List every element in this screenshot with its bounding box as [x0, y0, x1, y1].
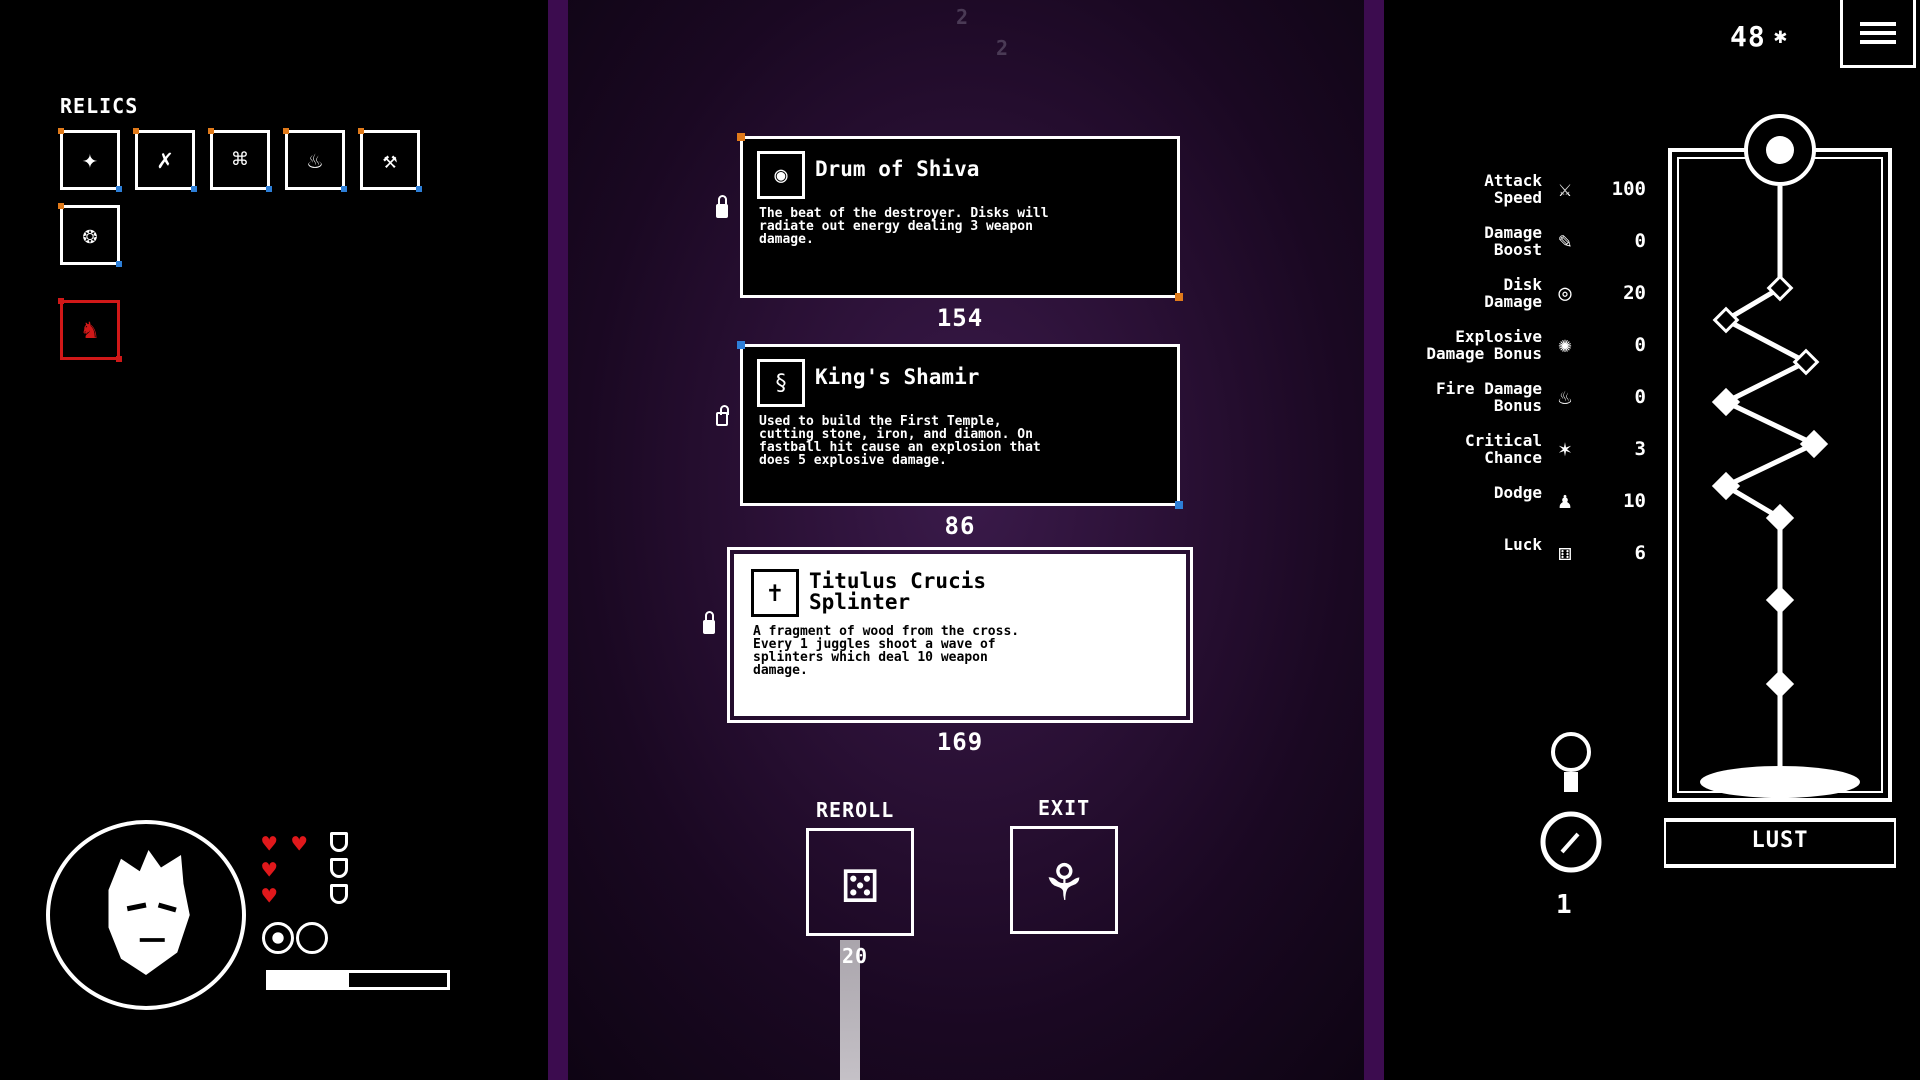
relic-slot[interactable]: ⌘ — [208, 128, 272, 192]
reroll-cost: 20 — [842, 944, 869, 968]
relic-slot[interactable]: ⚒ — [358, 128, 422, 192]
card-corner — [737, 341, 745, 349]
crab-icon: ❂ — [82, 221, 98, 249]
stat-value: 20 — [1623, 282, 1646, 304]
currency-counter: 48 ✱ — [1730, 20, 1788, 53]
shield-icon — [330, 884, 348, 904]
card-corner — [737, 133, 745, 141]
relics-title: RELICS — [60, 94, 139, 118]
stat-label: Disk Damage — [1484, 275, 1542, 311]
flame-icon: ♨ — [307, 146, 323, 174]
item-price: 169 — [936, 728, 984, 756]
hero-face-icon — [108, 850, 190, 975]
lock-icon[interactable] — [716, 195, 728, 218]
potion-icon — [1540, 730, 1602, 880]
health-hearts: ♥ ♥ ♥ ♥ — [262, 832, 332, 912]
item-price: 86 — [944, 512, 976, 540]
lock-icon[interactable] — [703, 611, 715, 634]
shell-icon: ✦ — [82, 145, 98, 175]
reroll-button[interactable]: ⚄ — [806, 828, 914, 936]
potion-count: 1 — [1556, 890, 1573, 920]
shop-item-card[interactable]: ◉ Drum of Shiva The beat of the destroye… — [737, 133, 1183, 301]
item-description: The beat of the destroyer. Disks will ra… — [759, 206, 1049, 247]
worm-icon: § — [757, 359, 805, 407]
relic-slot[interactable]: ❂ — [58, 203, 122, 267]
dice-icon: ⚅ — [1558, 540, 1572, 566]
stat-value: 0 — [1634, 334, 1646, 356]
dice-icon: ⚄ — [841, 847, 879, 917]
sin-name: LUST — [1751, 828, 1809, 853]
player-portrait — [46, 820, 246, 1010]
floating-number: 2 — [956, 5, 970, 29]
stat-label: Critical Chance — [1464, 431, 1542, 467]
stat-value: 3 — [1634, 438, 1646, 460]
heart-icon: ♥ — [262, 882, 277, 910]
stat-value: 0 — [1634, 230, 1646, 252]
stat-value: 100 — [1611, 178, 1646, 200]
stat-label: Luck — [1503, 535, 1542, 554]
xp-bar — [266, 970, 450, 990]
field-left-edge — [548, 0, 568, 1080]
relic-slot[interactable]: ♨ — [283, 128, 347, 192]
heart-icon: ♥ — [262, 830, 277, 858]
relic-slot[interactable]: ✗ — [133, 128, 197, 192]
soul-spark-icon: ✱ — [1773, 24, 1788, 49]
shield-icon — [330, 858, 348, 878]
orb-icon — [262, 922, 294, 954]
red-beast-icon: ♞ — [82, 315, 98, 345]
explosion-icon: ✺ — [1558, 332, 1572, 358]
relic-slot[interactable]: ✦ — [58, 128, 122, 192]
card-corner — [1175, 293, 1183, 301]
dodge-icon: ♟ — [1558, 488, 1572, 514]
fire-icon: ♨ — [1558, 384, 1572, 410]
xp-bar-fill — [269, 973, 350, 987]
shop-item-card[interactable]: § King's Shamir Used to build the First … — [737, 341, 1183, 509]
item-description: Used to build the First Temple, cutting … — [759, 414, 1041, 468]
sin-tower — [1664, 114, 1896, 868]
stat-value: 6 — [1634, 542, 1646, 564]
item-name: King's Shamir — [815, 365, 980, 389]
stat-label: Damage Boost — [1484, 223, 1542, 259]
stat-label: Attack Speed — [1484, 171, 1542, 207]
dagger-icon: ✗ — [157, 145, 173, 175]
disk-icon: ◎ — [1558, 280, 1572, 306]
heart-icon: ♥ — [292, 830, 307, 858]
item-price: 154 — [936, 304, 984, 332]
heart-icon: ♥ — [262, 856, 277, 884]
stat-label: Fire Damage Bonus — [1436, 379, 1542, 415]
orb-row — [262, 922, 342, 956]
dagger-boost-icon: ✎ — [1558, 228, 1572, 254]
bone-icon: ⚒ — [382, 146, 398, 174]
stat-value: 0 — [1634, 386, 1646, 408]
currency-value: 48 — [1730, 20, 1766, 53]
stat-label: Dodge — [1493, 483, 1542, 502]
reroll-label: REROLL — [816, 798, 895, 822]
card-corner — [1175, 501, 1183, 509]
crit-icon: ✶ — [1558, 436, 1572, 462]
lock-icon[interactable] — [716, 405, 729, 426]
cross-icon: ✝ — [751, 569, 799, 617]
cursed-relic-slot[interactable]: ♞ — [58, 298, 122, 362]
shield-row — [330, 832, 360, 912]
stat-value: 10 — [1623, 490, 1646, 512]
orb-icon — [296, 922, 328, 954]
floating-number: 2 — [996, 36, 1010, 60]
menu-button[interactable] — [1840, 0, 1916, 68]
sword-icon: ⚔ — [1558, 176, 1572, 202]
item-name: Drum of Shiva — [815, 157, 980, 181]
exit-button[interactable]: ⚘ — [1010, 826, 1118, 934]
drum-icon: ◉ — [757, 151, 805, 199]
shield-icon — [330, 832, 348, 852]
shop-item-card-selected[interactable]: ✝ Titulus Crucis Splinter A fragment of … — [727, 547, 1193, 723]
hamburger-menu-icon — [1860, 21, 1896, 26]
rune-icon: ⌘ — [232, 145, 248, 175]
item-name: Titulus Crucis Splinter — [809, 569, 987, 614]
exit-jellyfish-icon: ⚘ — [1046, 846, 1082, 914]
item-description: A fragment of wood from the cross. Every… — [753, 624, 1020, 678]
stat-label: Explosive Damage Bonus — [1426, 327, 1542, 363]
exit-label: EXIT — [1038, 796, 1091, 820]
